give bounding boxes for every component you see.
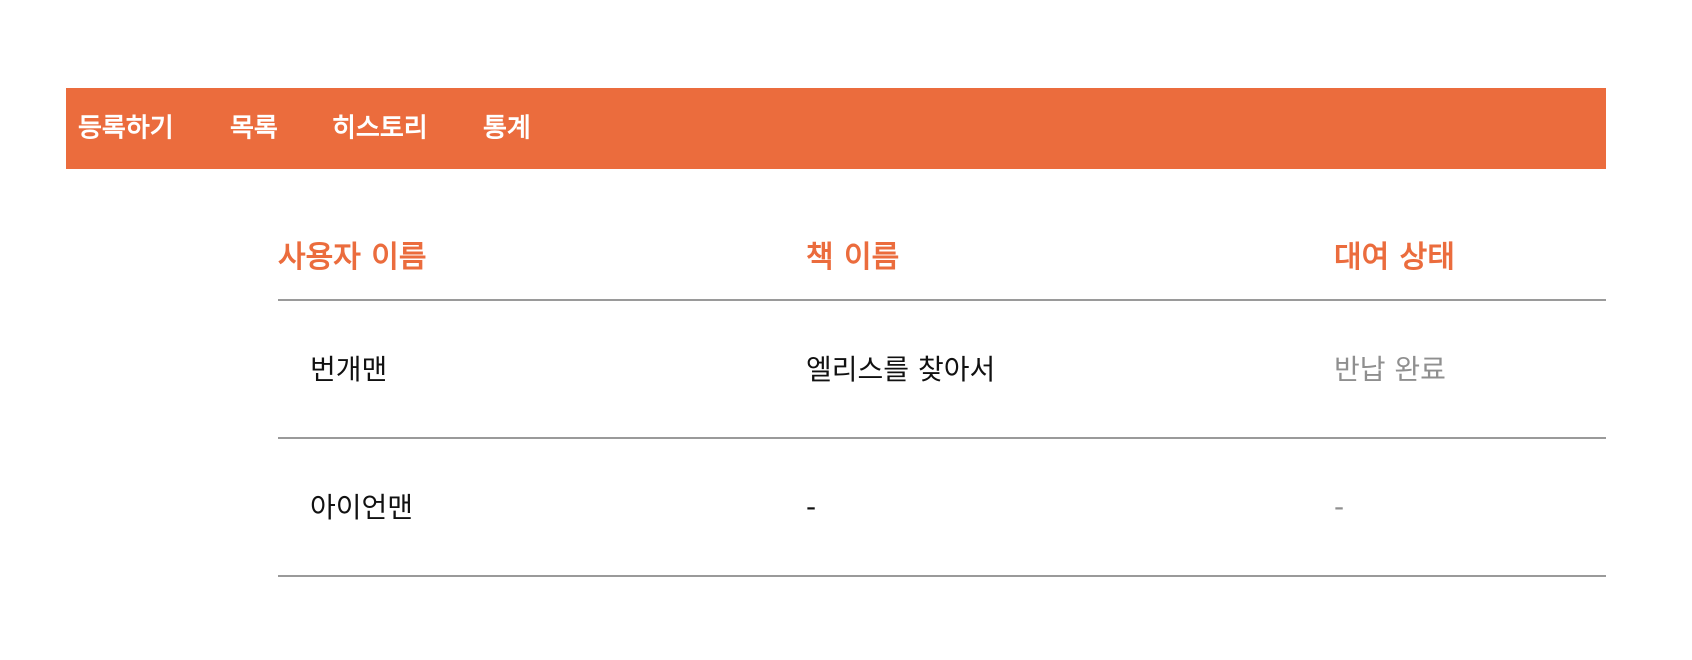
row-user-name: 아이언맨 (310, 491, 414, 525)
row-rental-status: 반납 완료 (1334, 353, 1446, 387)
row-rental-status: - (1334, 489, 1345, 523)
header-rental-status: 대여 상태 (1334, 240, 1455, 275)
table-header-row: 사용자 이름 책 이름 대여 상태 (278, 200, 1606, 301)
header-user-name: 사용자 이름 (278, 240, 427, 275)
nav-item-history[interactable]: 히스토리 (332, 107, 428, 144)
row-book-name: - (806, 489, 817, 523)
table-row: 아이언맨 - - (278, 439, 1606, 577)
nav-item-register[interactable]: 등록하기 (78, 107, 174, 144)
rental-table: 사용자 이름 책 이름 대여 상태 번개맨 엘리스를 찾아서 반납 완료 아이언… (278, 200, 1606, 577)
header-book-name: 책 이름 (806, 240, 900, 275)
row-user-name: 번개맨 (310, 353, 388, 387)
row-book-name: 엘리스를 찾아서 (806, 353, 996, 387)
top-navigation-bar: 등록하기 목록 히스토리 통계 (66, 88, 1606, 169)
nav-item-list[interactable]: 목록 (230, 107, 278, 144)
table-row: 번개맨 엘리스를 찾아서 반납 완료 (278, 301, 1606, 439)
nav-item-statistics[interactable]: 통계 (483, 107, 531, 144)
